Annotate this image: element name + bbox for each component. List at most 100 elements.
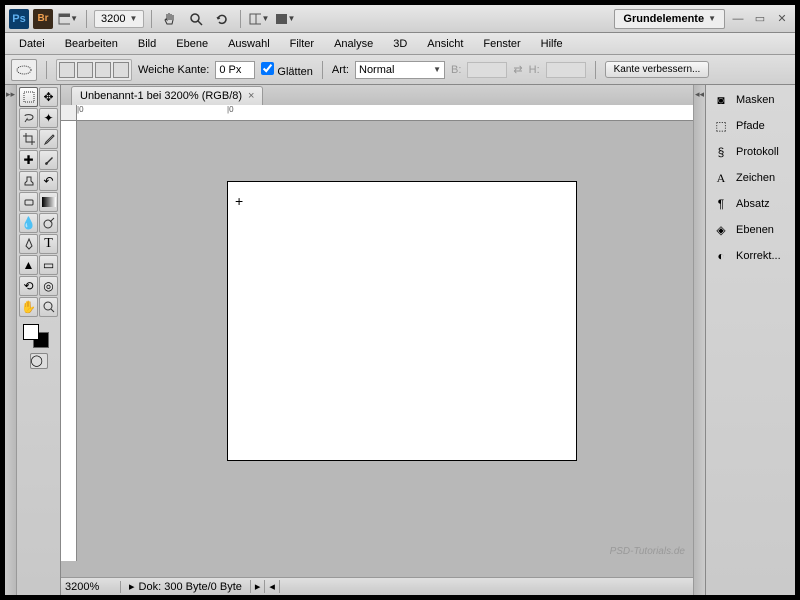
menu-bar: Datei Bearbeiten Bild Ebene Auswahl Filt…	[5, 33, 795, 55]
menu-analyse[interactable]: Analyse	[324, 35, 383, 53]
vertical-ruler[interactable]	[61, 121, 77, 561]
pen-tool-icon[interactable]	[19, 234, 38, 254]
menu-ebene[interactable]: Ebene	[166, 35, 218, 53]
blur-tool-icon[interactable]: 💧	[19, 213, 38, 233]
sel-subtract-icon[interactable]	[95, 62, 111, 78]
antialias-checkbox[interactable]: Glätten	[261, 62, 313, 78]
brush-tool-icon[interactable]	[39, 150, 58, 170]
panel-protokoll[interactable]: §Protokoll	[708, 141, 793, 163]
style-select[interactable]: Normal▼	[355, 61, 445, 79]
top-toolbar: Ps Br ▼ 3200 ▼ ▼ ▼ Grun	[5, 5, 795, 33]
lasso-tool-icon[interactable]	[19, 108, 38, 128]
arrange-docs-icon[interactable]: ▼	[248, 9, 270, 29]
panel-zeichen[interactable]: AZeichen	[708, 167, 793, 189]
menu-ansicht[interactable]: Ansicht	[417, 35, 473, 53]
selection-mode-group	[56, 59, 132, 81]
menu-auswahl[interactable]: Auswahl	[218, 35, 280, 53]
horizontal-ruler[interactable]	[77, 105, 693, 121]
quickmask-button[interactable]: ◯	[30, 353, 48, 369]
dodge-tool-icon[interactable]	[39, 213, 58, 233]
panel-ebenen[interactable]: ◈Ebenen	[708, 219, 793, 241]
crop-tool-icon[interactable]	[19, 129, 38, 149]
document-workspace: Unbenannt-1 bei 3200% (RGB/8) × + PSD-Tu…	[61, 85, 693, 595]
menu-3d[interactable]: 3D	[383, 35, 417, 53]
status-doc-info[interactable]: ▸Dok: 300 Byte/0 Byte	[121, 580, 251, 593]
close-button[interactable]: ✕	[775, 12, 789, 26]
workspace-switcher[interactable]: Grundelemente ▼	[614, 9, 725, 29]
layout-dropdown-icon[interactable]: ▼	[57, 9, 79, 29]
rotate-view-icon[interactable]	[211, 9, 233, 29]
main-area: ▸▸ ✥ ✦ ✚ ↶ 💧 T ▲▭ ⟲◎ ✋ ◯ Unbenannt-1 bei	[5, 85, 795, 595]
marquee-tool-icon[interactable]	[19, 87, 38, 107]
menu-bild[interactable]: Bild	[128, 35, 166, 53]
menu-bearbeiten[interactable]: Bearbeiten	[55, 35, 128, 53]
document-tab-bar: Unbenannt-1 bei 3200% (RGB/8) ×	[61, 85, 693, 105]
foreground-swatch[interactable]	[23, 324, 39, 340]
path-select-tool-icon[interactable]: ▲	[19, 255, 38, 275]
move-tool-icon[interactable]: ✥	[39, 87, 58, 107]
scroll-left-icon[interactable]: ◂	[265, 580, 280, 593]
feather-input[interactable]	[215, 61, 255, 79]
heal-tool-icon[interactable]: ✚	[19, 150, 38, 170]
shape-tool-icon[interactable]: ▭	[39, 255, 58, 275]
height-label: H:	[529, 64, 540, 76]
sel-intersect-icon[interactable]	[113, 62, 129, 78]
refine-edge-button[interactable]: Kante verbessern...	[605, 61, 710, 78]
menu-fenster[interactable]: Fenster	[473, 35, 530, 53]
height-input	[546, 62, 586, 78]
tab-close-icon[interactable]: ×	[248, 90, 254, 102]
zoom-tool2-icon[interactable]	[39, 297, 58, 317]
paths-icon: ⬚	[712, 118, 730, 134]
status-bar: 3200% ▸Dok: 300 Byte/0 Byte ▸ ◂	[61, 577, 693, 595]
watermark: PSD-Tutorials.de	[610, 546, 685, 557]
type-tool-icon[interactable]: T	[39, 234, 58, 254]
stamp-tool-icon[interactable]	[19, 171, 38, 191]
maximize-button[interactable]: ▭	[753, 12, 767, 26]
document-tab[interactable]: Unbenannt-1 bei 3200% (RGB/8) ×	[71, 86, 263, 105]
zoom-level-display[interactable]: 3200 ▼	[94, 10, 144, 28]
eyedropper-tool-icon[interactable]	[39, 129, 58, 149]
canvas-viewport[interactable]: +	[77, 121, 693, 561]
minimize-button[interactable]: —	[731, 12, 745, 26]
tab-title: Unbenannt-1 bei 3200% (RGB/8)	[80, 90, 242, 102]
color-swatches[interactable]	[19, 322, 58, 350]
panel-korrekturen[interactable]: ◐Korrekt...	[708, 245, 793, 267]
hand-tool-icon[interactable]	[159, 9, 181, 29]
right-collapse-strip[interactable]: ◂◂	[693, 85, 705, 595]
history-brush-icon[interactable]: ↶	[39, 171, 58, 191]
toolbox: ✥ ✦ ✚ ↶ 💧 T ▲▭ ⟲◎ ✋ ◯	[17, 85, 61, 595]
width-input	[467, 62, 507, 78]
left-collapse-strip[interactable]: ▸▸	[5, 85, 17, 595]
panel-pfade[interactable]: ⬚Pfade	[708, 115, 793, 137]
character-icon: A	[712, 170, 730, 186]
bridge-logo-icon[interactable]: Br	[33, 9, 53, 29]
status-flyout-icon[interactable]: ▸	[251, 580, 266, 593]
menu-hilfe[interactable]: Hilfe	[531, 35, 573, 53]
menu-filter[interactable]: Filter	[280, 35, 324, 53]
3d-orbit-tool-icon[interactable]: ◎	[39, 276, 58, 296]
zoom-tool-icon[interactable]	[185, 9, 207, 29]
history-icon: §	[712, 144, 730, 160]
3d-rotate-tool-icon[interactable]: ⟲	[19, 276, 38, 296]
canvas[interactable]	[227, 181, 577, 461]
wand-tool-icon[interactable]: ✦	[39, 108, 58, 128]
gradient-tool-icon[interactable]	[39, 192, 58, 212]
style-label: Art:	[332, 64, 349, 76]
panel-masken[interactable]: ◙Masken	[708, 89, 793, 111]
canvas-area: + PSD-Tutorials.de	[61, 105, 693, 577]
screen-mode-icon[interactable]: ▼	[274, 9, 296, 29]
status-zoom[interactable]: 3200%	[61, 581, 121, 593]
width-label: B:	[451, 64, 461, 76]
panel-absatz[interactable]: ¶Absatz	[708, 193, 793, 215]
panel-dock: ◙Masken ⬚Pfade §Protokoll AZeichen ¶Absa…	[705, 85, 795, 595]
ruler-corner	[61, 105, 77, 121]
sel-new-icon[interactable]	[59, 62, 75, 78]
hand-tool2-icon[interactable]: ✋	[19, 297, 38, 317]
menu-datei[interactable]: Datei	[9, 35, 55, 53]
eraser-tool-icon[interactable]	[19, 192, 38, 212]
sel-add-icon[interactable]	[77, 62, 93, 78]
mask-icon: ◙	[712, 92, 730, 108]
layers-icon: ◈	[712, 222, 730, 238]
current-tool-icon[interactable]	[11, 59, 37, 81]
app-window: Ps Br ▼ 3200 ▼ ▼ ▼ Grun	[5, 5, 795, 595]
